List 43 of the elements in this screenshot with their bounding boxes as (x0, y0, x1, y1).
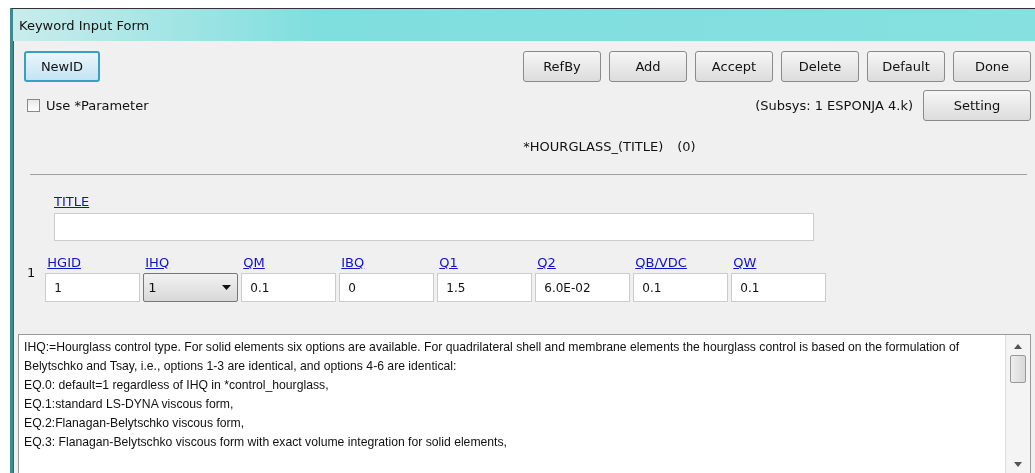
help-text: EQ.2:Flanagan-Belytschko viscous form, (24, 415, 246, 432)
card-number: 1 (27, 264, 36, 282)
toolbar-button[interactable]: Delete (781, 51, 859, 82)
help-text: IHQ:=Hourglass control type. For solid elements six options are available. For quadrilateral shell and membrane elements the hourglass control is based on the formulation of Belytschko and Tsay, i.e., options 1-3 are identical, and options 4-6 are identical: (24, 339, 961, 375)
field-link[interactable]: QM (241, 255, 337, 270)
input-field[interactable]: 0 (339, 273, 435, 302)
help-text: EQ.0: default=1 regardless of IHQ in *control_hourglass, (24, 377, 330, 394)
input-field[interactable]: 0.1 (241, 273, 337, 302)
help-text: EQ.3: Flanagan-Belytschko viscous form with exact volume integration for solid elements, (24, 434, 508, 451)
toolbar-button[interactable]: Default (867, 51, 945, 82)
toolbar-button[interactable]: Add (609, 51, 687, 82)
toolbar-button[interactable]: Done (953, 51, 1031, 82)
checkbox[interactable] (27, 99, 40, 112)
field-link[interactable]: Q1 (437, 255, 533, 270)
scroll-down-icon[interactable] (1014, 462, 1022, 467)
setting-button[interactable]: Setting (923, 90, 1031, 121)
help-text: EQ.1:standard LS-DYNA viscous form, (24, 396, 235, 413)
window-title: Keyword Input Form (19, 17, 150, 33)
caret-icon (222, 285, 232, 290)
subsystem-label: (Subsys: 1 ESPONJA 4.k) (755, 98, 913, 113)
title-link[interactable]: TITLE (54, 194, 90, 209)
field-link[interactable]: IHQ (143, 255, 239, 270)
scroll-thumb[interactable] (1010, 355, 1026, 383)
field-link[interactable]: Q2 (535, 255, 631, 270)
field-link[interactable]: IBQ (339, 255, 435, 270)
input-field[interactable]: 6.0E-02 (535, 273, 631, 302)
scrollbar[interactable] (1005, 335, 1030, 473)
field-link[interactable]: QB/VDC (633, 255, 729, 270)
input-field[interactable]: 1.5 (437, 273, 533, 302)
toolbar-button[interactable]: RefBy (523, 51, 601, 82)
field-link[interactable]: QW (731, 255, 827, 270)
input-field[interactable]: 0.1 (731, 273, 827, 302)
input-field[interactable]: 0.1 (633, 273, 729, 302)
dropdown[interactable]: 1 (143, 273, 239, 302)
field-link[interactable]: HGID (45, 255, 141, 270)
checkbox-label: Use *Parameter (46, 98, 149, 113)
scroll-up-icon[interactable] (1014, 344, 1022, 349)
keyword-count: (0) (677, 139, 696, 154)
new-id-button[interactable]: NewID (24, 51, 100, 82)
toolbar-button[interactable]: Accept (695, 51, 773, 82)
keyword-name: *HOURGLASS_(TITLE) (523, 139, 664, 154)
input-field[interactable]: 1 (45, 273, 141, 302)
title-field[interactable] (54, 213, 814, 241)
